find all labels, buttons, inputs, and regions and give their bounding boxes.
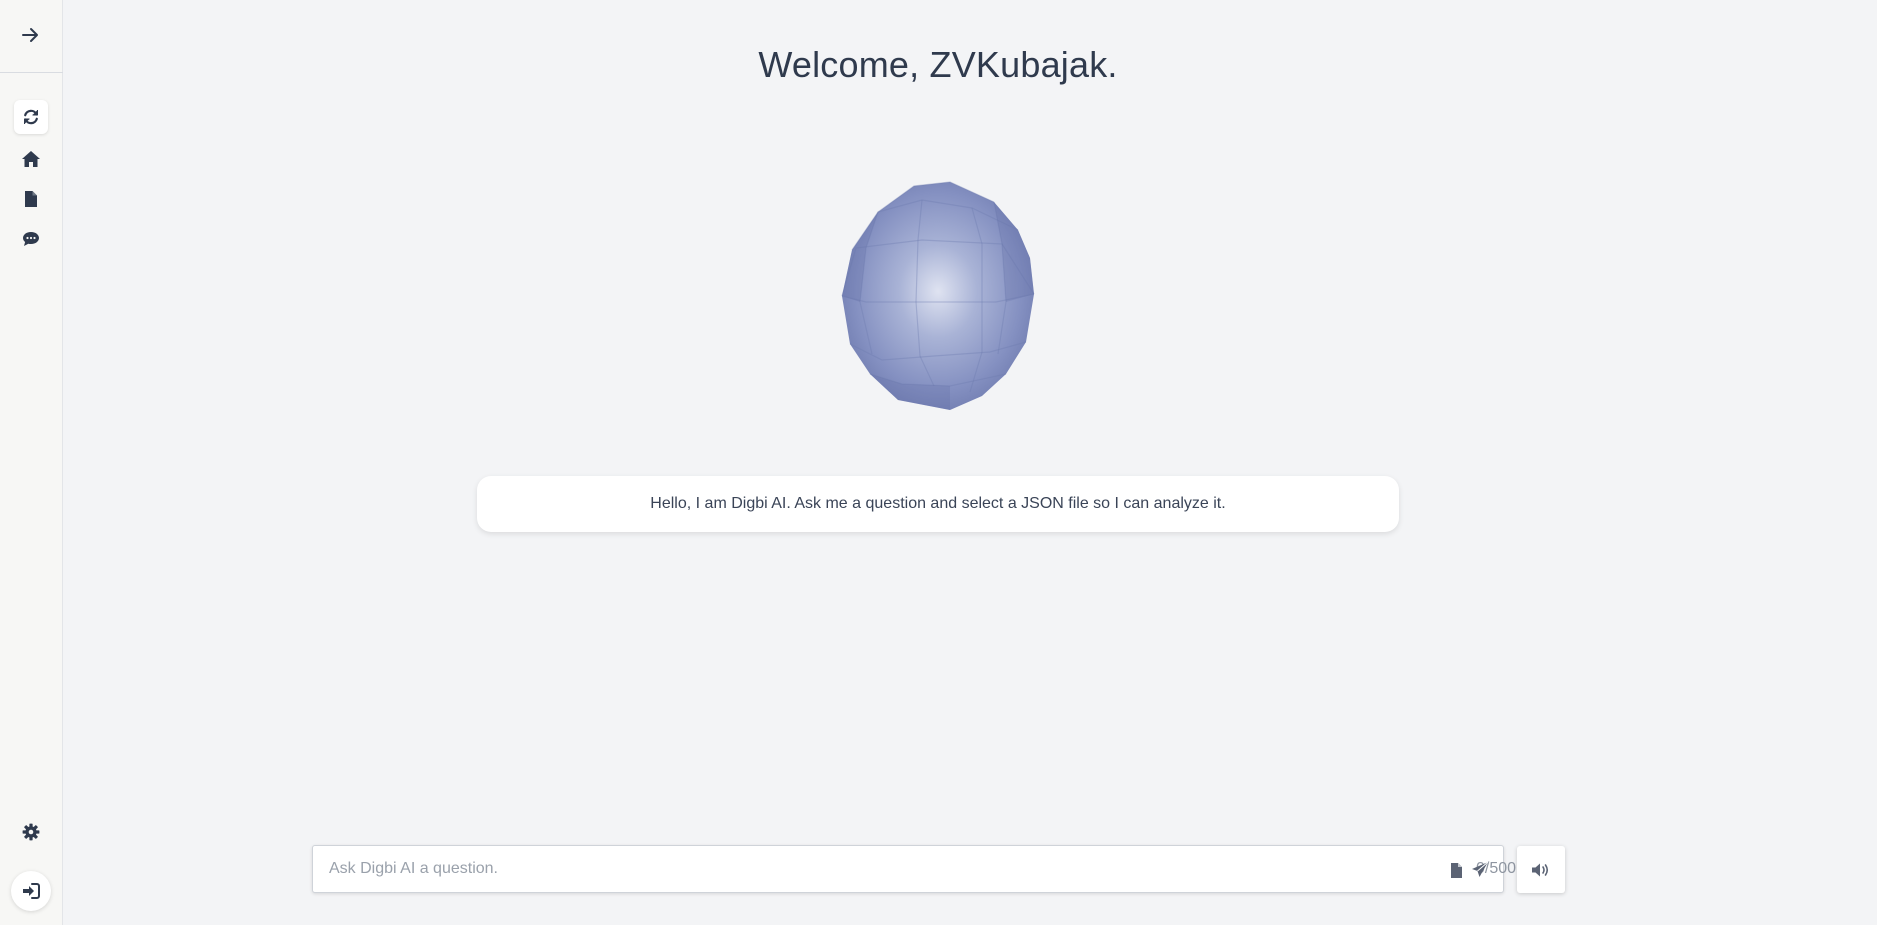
question-composer: 0/500 — [312, 845, 1516, 893]
gear-icon — [22, 823, 40, 841]
sign-in-icon — [23, 883, 40, 899]
file-icon — [1450, 862, 1462, 878]
arrow-right-icon — [22, 28, 38, 42]
send-button[interactable] — [1469, 859, 1491, 881]
sidebar-divider — [0, 72, 63, 73]
sidebar-item-chat[interactable] — [14, 222, 48, 256]
sign-in-button[interactable] — [11, 871, 51, 911]
main-content: Welcome, ZVKubajak. Hello, I am Digbi AI… — [64, 0, 1877, 925]
ai-orb-sphere — [841, 181, 1035, 410]
page-title: Welcome, ZVKubajak. — [758, 44, 1118, 85]
refresh-icon — [24, 109, 38, 125]
chat-icon — [23, 232, 39, 246]
file-icon — [25, 191, 37, 207]
attach-file-button[interactable] — [1447, 860, 1465, 880]
expand-sidebar-button[interactable] — [14, 18, 48, 52]
sidebar-item-files[interactable] — [14, 182, 48, 216]
settings-button[interactable] — [14, 815, 48, 849]
assistant-message: Hello, I am Digbi AI. Ask me a question … — [477, 476, 1399, 532]
send-icon — [1472, 861, 1489, 877]
question-input[interactable] — [313, 846, 1363, 892]
sidebar — [0, 0, 63, 925]
sidebar-item-refresh[interactable] — [14, 100, 48, 134]
speaker-icon — [1532, 863, 1549, 876]
home-icon — [22, 151, 40, 167]
voice-toggle-button[interactable] — [1517, 846, 1565, 893]
sidebar-item-home[interactable] — [14, 142, 48, 176]
